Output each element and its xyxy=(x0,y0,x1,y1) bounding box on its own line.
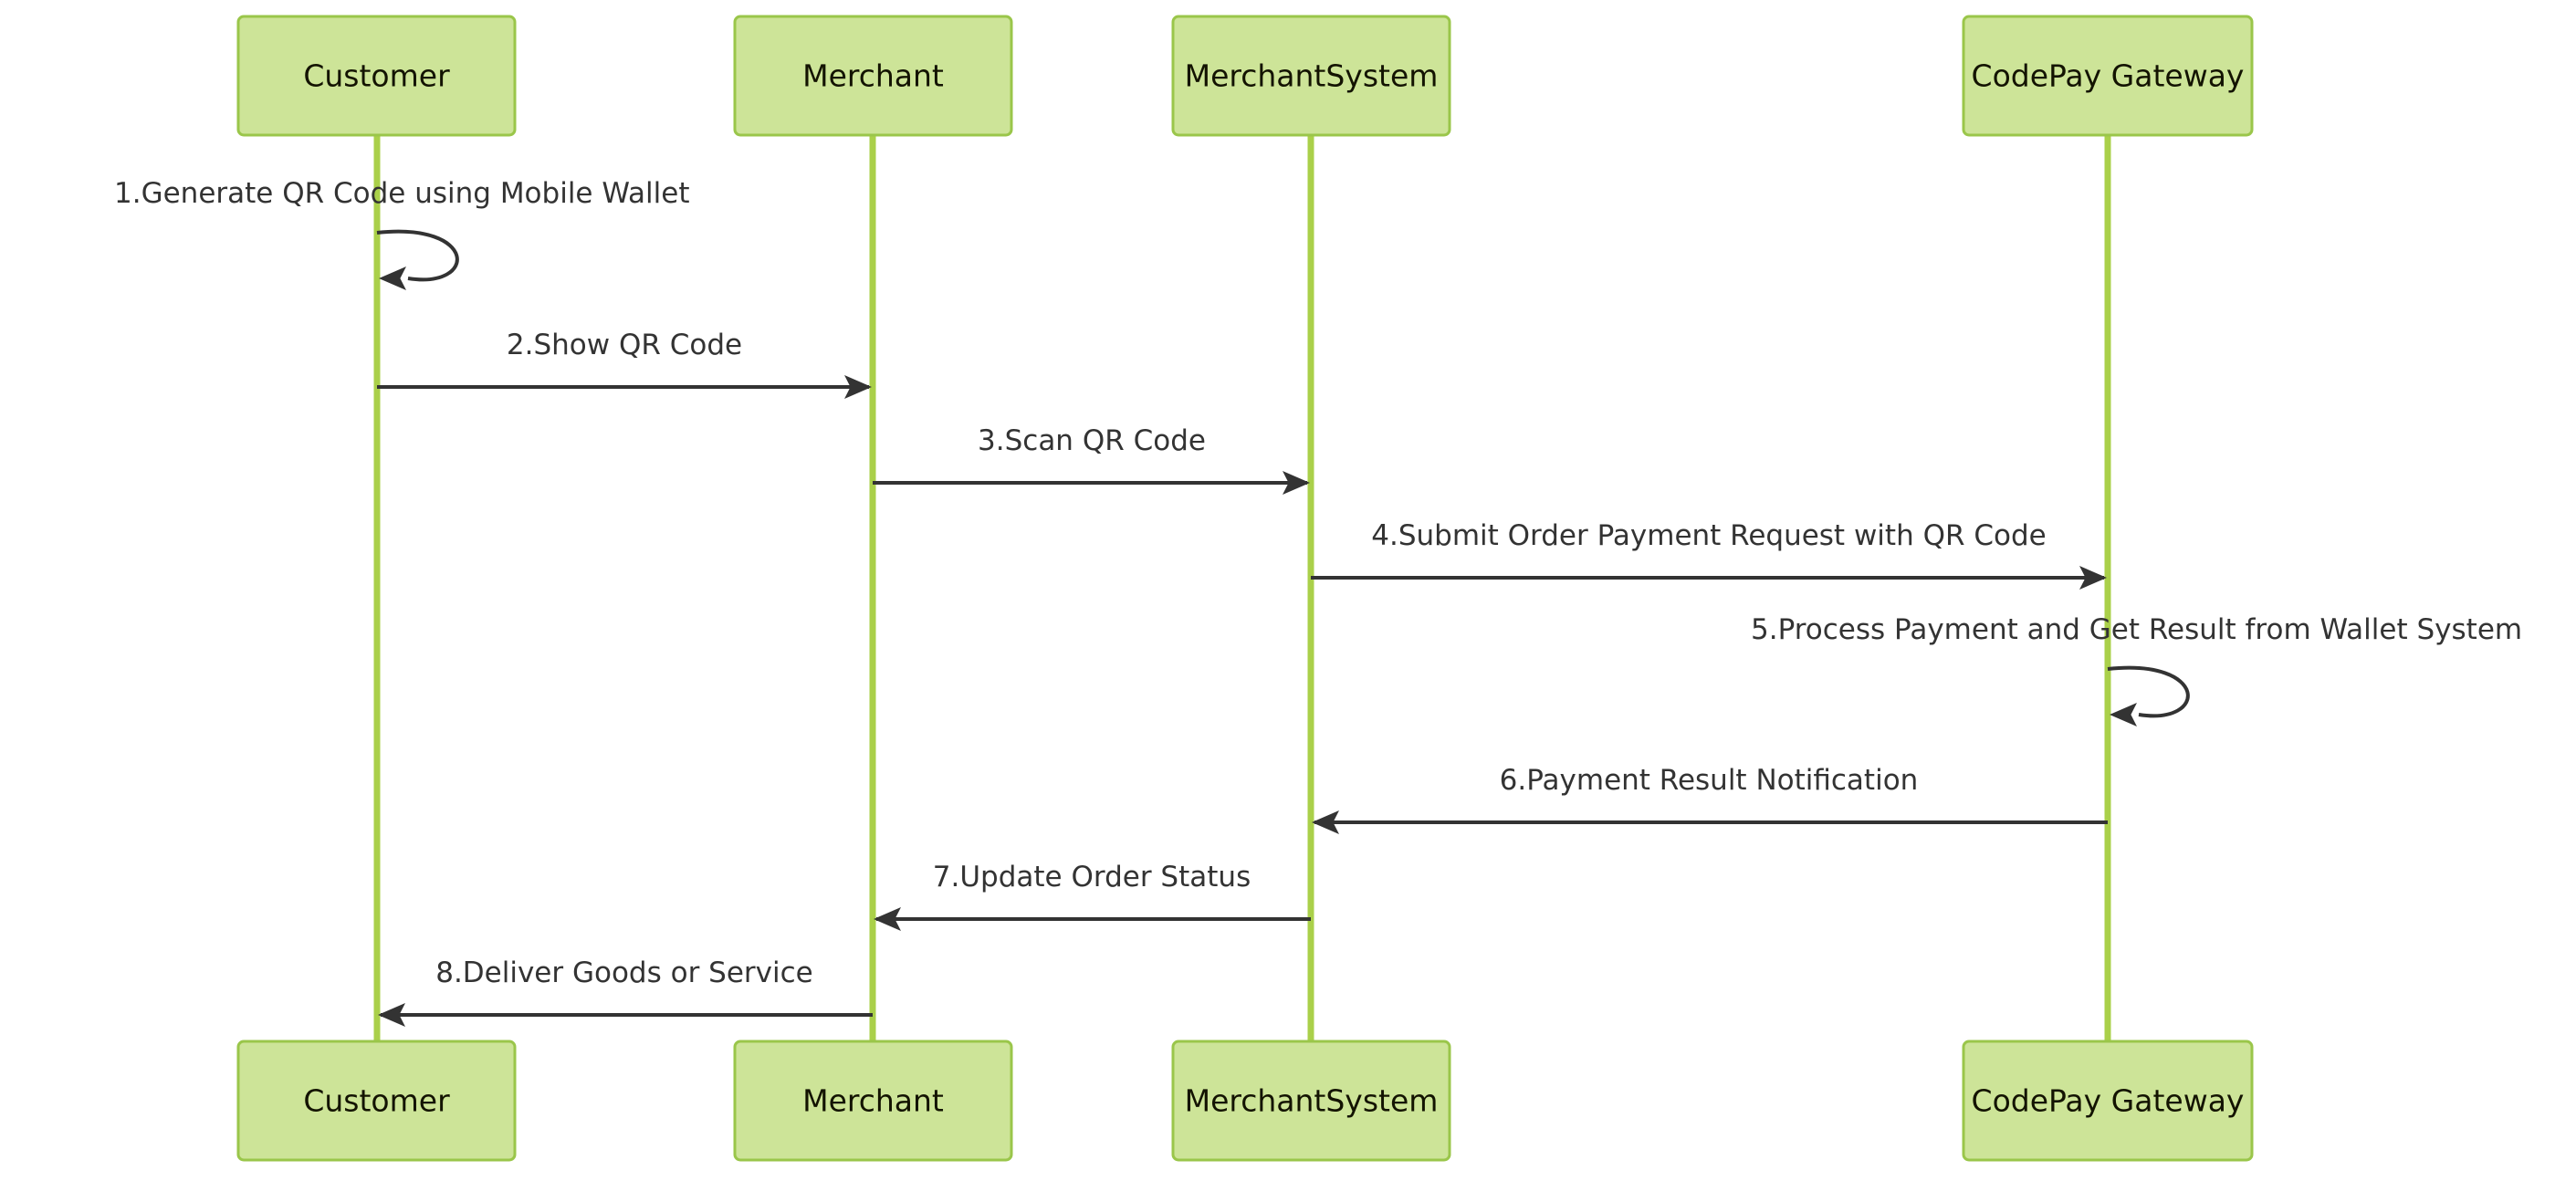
actor-label-merchant: Merchant xyxy=(802,58,944,94)
message-5-arrowhead xyxy=(2110,703,2137,726)
message-5-self-loop xyxy=(2107,665,2190,718)
message-1[interactable]: 1.Generate QR Code using Mobile Wallet xyxy=(114,177,689,290)
messages-layer: 1.Generate QR Code using Mobile Wallet 2.… xyxy=(114,177,2522,1027)
actor-codepaygateway-bottom[interactable]: CodePay Gateway xyxy=(1962,1040,2254,1162)
actor-merchantsystem-top[interactable]: MerchantSystem xyxy=(1171,15,1451,137)
actor-codepaygateway-top[interactable]: CodePay Gateway xyxy=(1962,15,2254,137)
actor-merchant-bottom[interactable]: Merchant xyxy=(733,1040,1013,1162)
message-1-self-loop xyxy=(376,229,459,282)
sequence-diagram-svg: 1.Generate QR Code using Mobile Wallet 2.… xyxy=(114,15,2522,1162)
message-6[interactable]: 6.Payment Result Notification xyxy=(1312,764,2108,834)
actor-customer-bottom[interactable]: Customer xyxy=(236,1040,517,1162)
actor-merchant-top[interactable]: Merchant xyxy=(733,15,1013,137)
actors-top-layer: Customer Merchant MerchantSystem CodePay Ga… xyxy=(236,15,2254,137)
message-2[interactable]: 2.Show QR Code xyxy=(377,329,872,399)
message-6-label: 6.Payment Result Notification xyxy=(1500,764,1919,797)
message-5[interactable]: 5.Process Payment and Get Result from Wa… xyxy=(1751,613,2522,726)
actor-label-merchantsystem: MerchantSystem xyxy=(1185,1083,1439,1119)
message-3[interactable]: 3.Scan QR Code xyxy=(873,424,1310,495)
message-1-label: 1.Generate QR Code using Mobile Wallet xyxy=(114,177,689,210)
actor-customer-top[interactable]: Customer xyxy=(236,15,517,137)
actor-label-customer: Customer xyxy=(303,1083,450,1119)
message-8[interactable]: 8.Deliver Goods or Service xyxy=(378,956,873,1027)
sequence-diagram-canvas: 1.Generate QR Code using Mobile Wallet 2.… xyxy=(0,0,2576,1181)
message-3-label: 3.Scan QR Code xyxy=(978,424,1206,457)
message-8-label: 8.Deliver Goods or Service xyxy=(435,956,813,989)
actor-label-codepaygateway: CodePay Gateway xyxy=(1972,58,2245,94)
actor-label-customer: Customer xyxy=(303,58,450,94)
message-7-label: 7.Update Order Status xyxy=(933,861,1251,894)
actor-merchantsystem-bottom[interactable]: MerchantSystem xyxy=(1171,1040,1451,1162)
actor-label-merchantsystem: MerchantSystem xyxy=(1185,58,1439,94)
actor-label-merchant: Merchant xyxy=(802,1083,944,1119)
message-2-label: 2.Show QR Code xyxy=(507,329,742,361)
actors-bottom-layer: Customer Merchant MerchantSystem CodePay Ga… xyxy=(236,1040,2254,1162)
lifelines-layer xyxy=(373,135,2111,1041)
message-4-label: 4.Submit Order Payment Request with QR C… xyxy=(1371,519,2046,552)
message-4[interactable]: 4.Submit Order Payment Request with QR C… xyxy=(1311,519,2107,590)
message-1-arrowhead xyxy=(379,267,406,290)
actor-label-codepaygateway: CodePay Gateway xyxy=(1972,1083,2245,1119)
message-7[interactable]: 7.Update Order Status xyxy=(874,861,1311,931)
message-5-label: 5.Process Payment and Get Result from Wa… xyxy=(1751,613,2522,646)
